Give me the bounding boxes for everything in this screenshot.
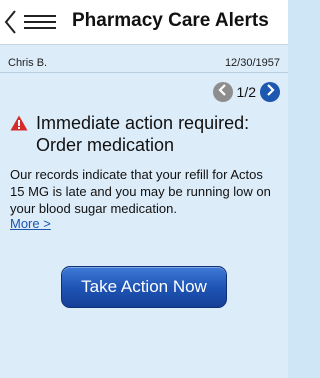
alert-pager: 1/2 [212, 81, 280, 103]
alert-message: Our records indicate that your refill fo… [10, 167, 271, 216]
take-action-button[interactable]: Take Action Now [61, 266, 227, 308]
alert-title: Immediate action required: [36, 113, 250, 133]
warning-icon [10, 115, 28, 131]
patient-dob: 12/30/1957 [224, 57, 280, 69]
previous-alert-button[interactable] [212, 82, 233, 102]
alert-screen: Pharmacy Care Alerts Chris B. 12/30/1957… [0, 0, 288, 378]
patient-name: Chris B. [8, 57, 48, 69]
alert-subtitle: Order medication [36, 135, 175, 155]
more-link[interactable]: More > [10, 216, 51, 231]
header-bar: Pharmacy Care Alerts [0, 0, 288, 45]
patient-info-bar: Chris B. 12/30/1957 [0, 50, 288, 73]
page-title: Pharmacy Care Alerts [72, 10, 269, 31]
chevron-left-icon [217, 83, 228, 101]
chevron-right-icon [265, 83, 275, 101]
back-menu-icon [4, 9, 58, 35]
next-alert-button[interactable] [260, 82, 280, 102]
back-button[interactable] [4, 8, 60, 36]
alert-count: 1/2 [236, 84, 256, 100]
